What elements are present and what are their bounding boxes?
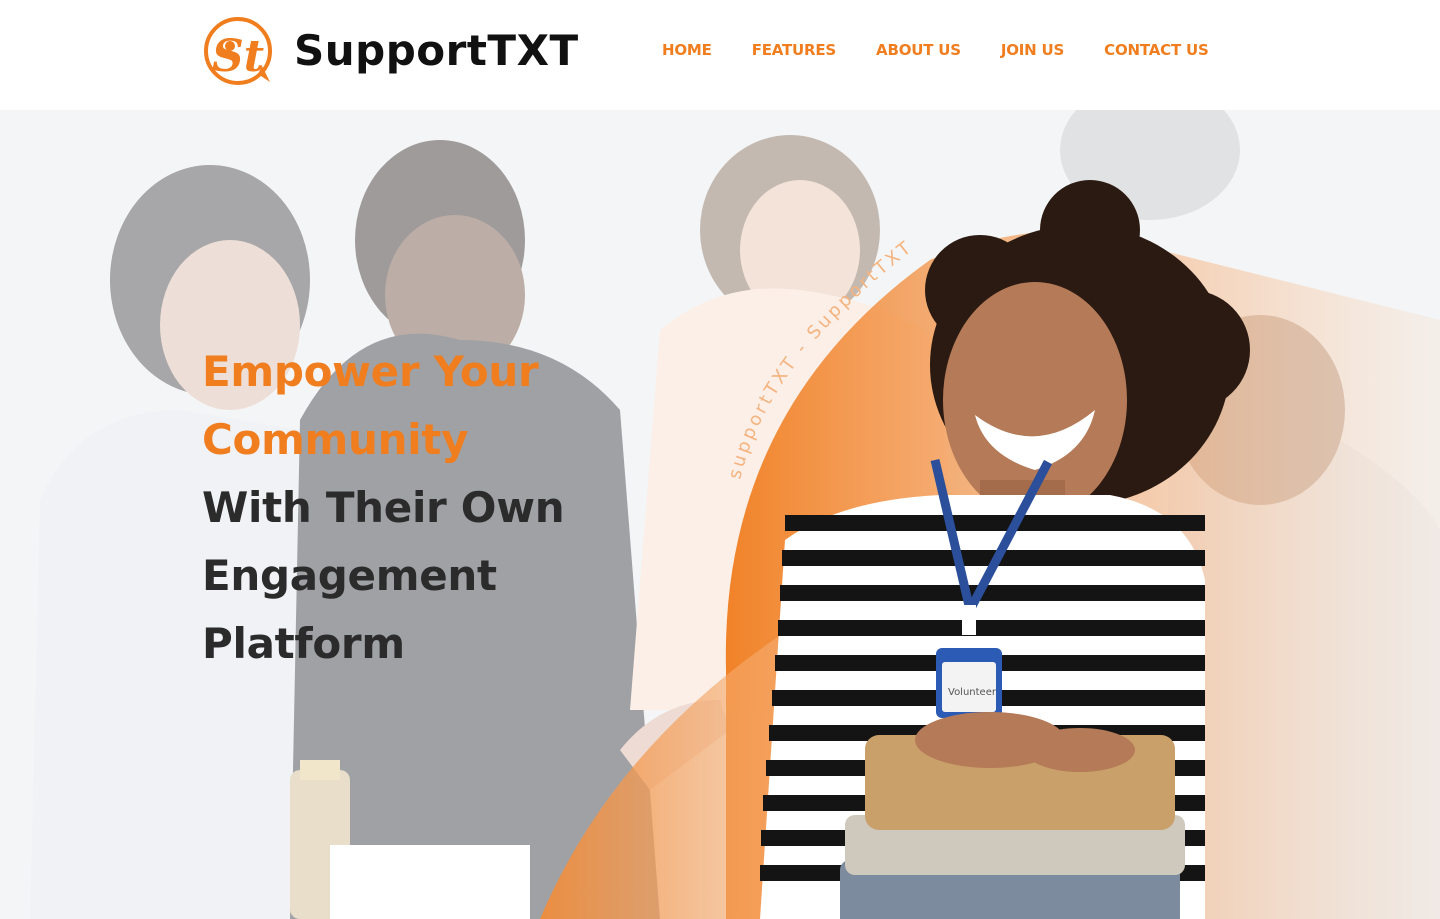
volunteer-badge-text: Volunteer (948, 687, 997, 698)
hero-heading-accent-line-2: Community (202, 415, 469, 464)
brand-name: SupportTXT (294, 26, 579, 75)
nav-home[interactable]: HOME (662, 38, 712, 62)
nav-contact-us[interactable]: CONTACT US (1104, 38, 1209, 62)
hero-heading-line-4: Engagement (202, 551, 497, 600)
logo-initials: St (212, 31, 264, 82)
nav-about-us[interactable]: ABOUT US (876, 38, 961, 62)
hero-heading: Empower Your Community With Their Own En… (202, 338, 722, 678)
hero-section: supportTXT - SupportTXT Volunteer Empowe… (0, 110, 1440, 919)
site-header: St SupportTXT HOME FEATURES ABOUT US JOI… (0, 0, 1440, 110)
hero-heading-accent-line-1: Empower Your (202, 347, 539, 396)
nav-join-us[interactable]: JOIN US (1001, 38, 1064, 62)
hero-heading-line-3: With Their Own (202, 483, 565, 532)
site-logo[interactable]: St SupportTXT (200, 16, 579, 86)
nav-features[interactable]: FEATURES (752, 38, 837, 62)
logo-mark-icon: St (204, 17, 272, 85)
hero-heading-line-5: Platform (202, 619, 405, 668)
main-nav: HOME FEATURES ABOUT US JOIN US CONTACT U… (662, 38, 1209, 62)
